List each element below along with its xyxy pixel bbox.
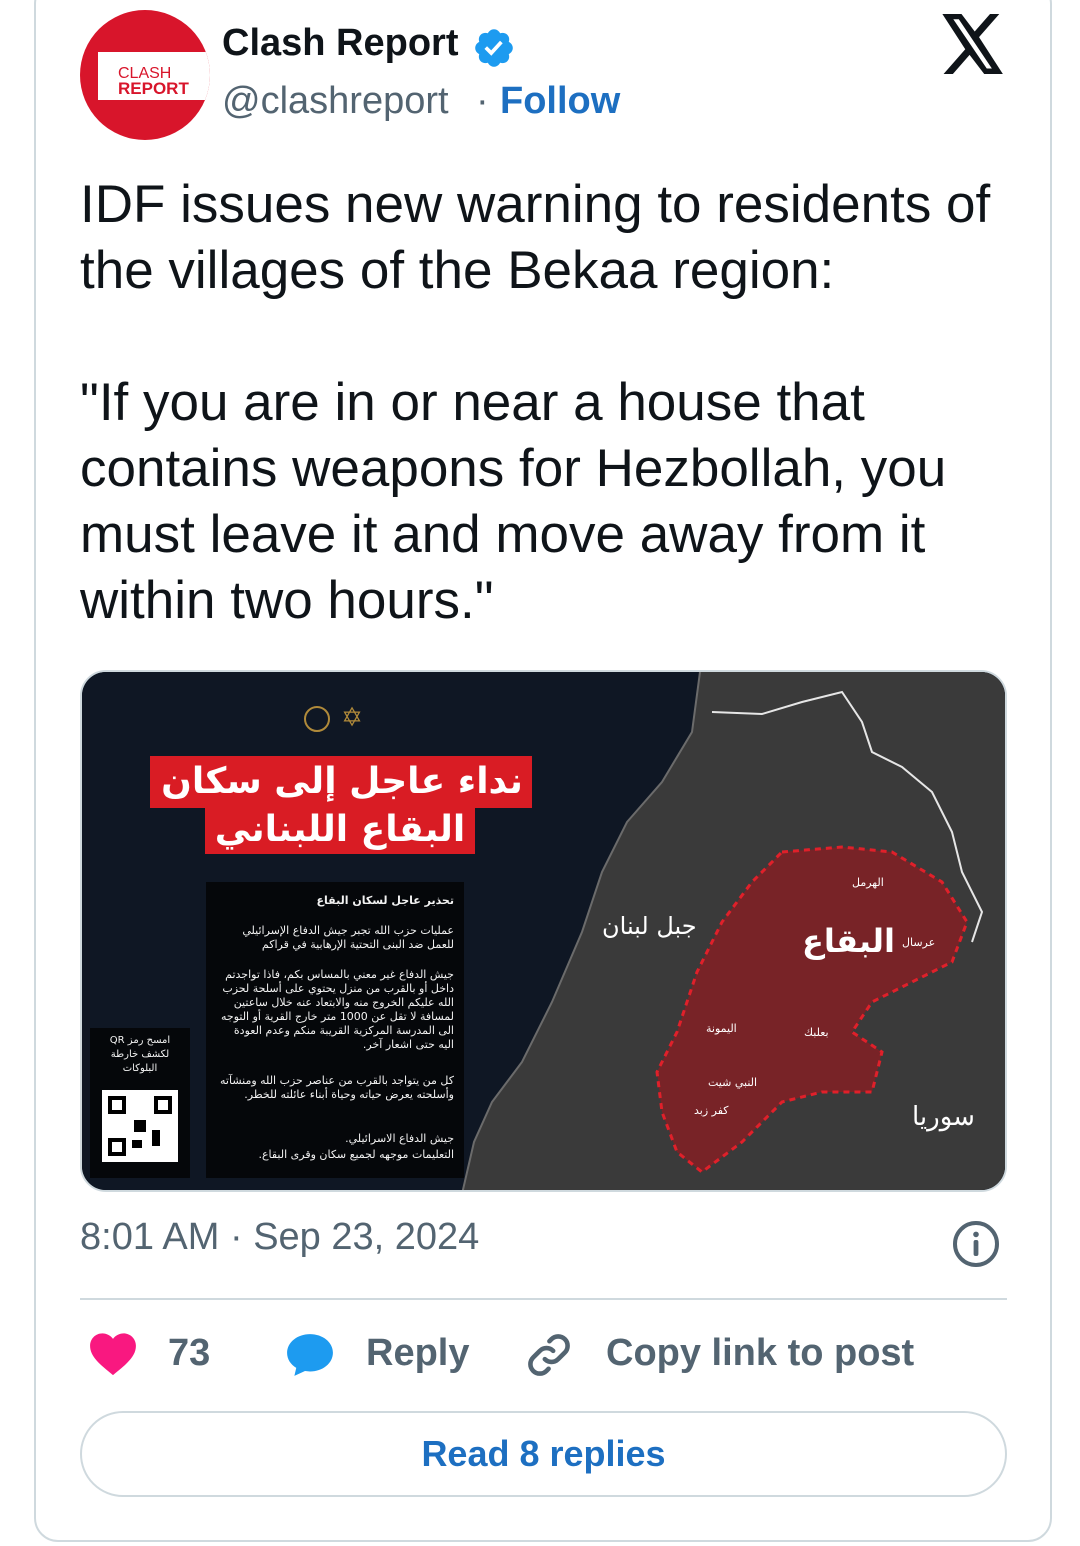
map-label-syria: سوريا [912, 1102, 975, 1132]
idf-emblem-icon: ✡ [341, 702, 363, 732]
media-headline-line2: البقاع اللبناني [214, 809, 466, 850]
author-name[interactable]: Clash Report [222, 22, 458, 65]
warning-document: تحذير عاجل لسكان البقاع عمليات حزب الله … [206, 882, 464, 1178]
tweet-paragraph-intro: IDF issues new warning to residents of t… [80, 175, 991, 300]
tweet-media-image[interactable]: ✡ نداء عاجل إلى سكان البقاع اللبناني تحذ… [80, 670, 1007, 1192]
map-label-yammouneh: اليمونة [706, 1022, 737, 1035]
doc-title: تحذير عاجل لسكان البقاع [316, 894, 454, 907]
info-icon[interactable] [952, 1220, 1000, 1268]
post-timestamp[interactable]: 8:01 AM · Sep 23, 2024 [80, 1216, 479, 1259]
qr-caption: امسح رمز QR لكشف خارطة البلوكات [109, 1035, 171, 1074]
map-label-hermel: الهرمل [852, 876, 884, 889]
follow-button[interactable]: Follow [500, 80, 620, 123]
author-handle[interactable]: @clashreport [222, 80, 449, 123]
avatar-logo-text-bottom: REPORT [118, 79, 189, 98]
doc-signature-2: التعليمات موجهه لجميع سكان وقرى البقاع. [258, 1148, 454, 1161]
map-label-bekaa: البقاع [802, 922, 895, 960]
map-label-mount-lebanon: جبل لبنان [602, 912, 697, 940]
radio-emblem-icon [304, 706, 330, 732]
handle-separator: · [476, 80, 489, 122]
map-label-kfar-zabad: كفر زبد [694, 1104, 729, 1117]
media-headline-line1: نداء عاجل إلى سكان [161, 761, 523, 802]
reply-button[interactable]: Reply [366, 1332, 469, 1375]
doc-signature-1: جيش الدفاع الاسرائيلي. [345, 1132, 454, 1145]
qr-panel: امسح رمز QR لكشف خارطة البلوكات [90, 1028, 190, 1178]
x-logo-icon[interactable] [940, 14, 1006, 74]
qr-code-image [102, 1090, 178, 1162]
heart-icon[interactable] [88, 1330, 138, 1376]
tweet-paragraph-quote: "If you are in or near a house that cont… [80, 373, 947, 630]
doc-paragraph-1: عمليات حزب الله تجبر جيش الدفاع الإسرائي… [242, 924, 454, 951]
map-label-baalbek: بعلبك [804, 1026, 829, 1039]
link-icon[interactable] [524, 1330, 574, 1380]
verified-badge-icon [475, 29, 513, 67]
map-label-nabi-chit: النبي شيت [708, 1076, 758, 1089]
read-replies-button[interactable]: Read 8 replies [80, 1411, 1007, 1497]
doc-paragraph-2: جيش الدفاع غير معني بالمساس بكم، فاذا تو… [221, 968, 454, 1051]
reply-bubble-icon[interactable] [285, 1332, 335, 1378]
like-count[interactable]: 73 [168, 1332, 210, 1375]
copy-link-button[interactable]: Copy link to post [606, 1332, 914, 1375]
tweet-text: IDF issues new warning to residents of t… [80, 172, 1020, 634]
divider [80, 1298, 1007, 1300]
map-label-arsal: عرسال [902, 936, 936, 949]
avatar[interactable]: CLASH REPORT [80, 10, 210, 140]
doc-paragraph-3: كل من يتواجد بالقرب من عناصر حزب الله وم… [220, 1074, 454, 1101]
